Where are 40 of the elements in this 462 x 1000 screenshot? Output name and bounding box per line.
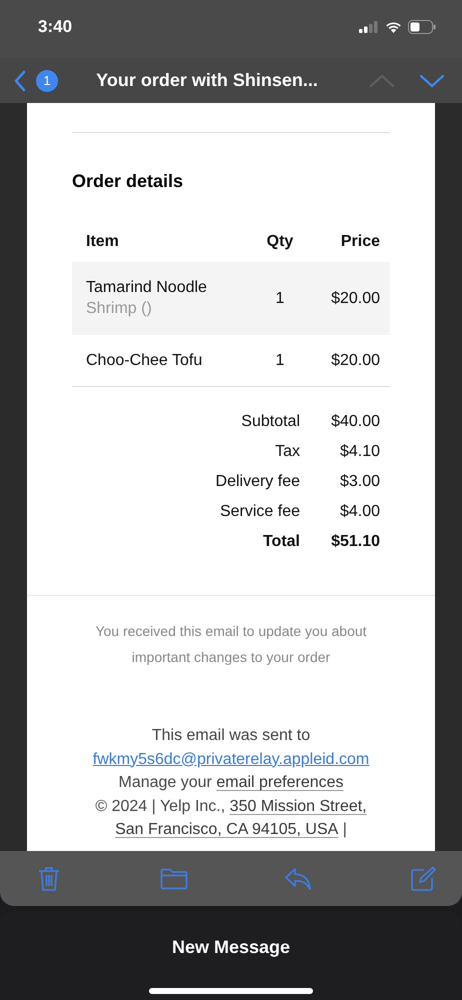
summary-amount: $3.00 (338, 473, 380, 491)
footer-text: © 2024 | Yelp Inc., (95, 796, 226, 816)
item-name: Choo-Chee Tofu (86, 352, 204, 370)
wifi-icon (385, 21, 402, 33)
quantity-cell-text: 1 (274, 290, 286, 308)
footer-text: This email was sent to (152, 726, 310, 746)
column-header: Price (340, 233, 381, 251)
item-name: Tamarind Noodle (86, 279, 208, 297)
footer-text: | (342, 820, 347, 840)
email-link[interactable]: fwkmy5s6dc@privaterelay.appleid.com (92, 748, 370, 771)
summary-label: Tax (275, 443, 300, 461)
summary-label: Service fee (220, 503, 300, 521)
address-link[interactable]: 350 Mission Street, (230, 794, 367, 818)
column-header: Item (85, 233, 120, 251)
status-time: 3:40 (38, 17, 72, 37)
summary-label: Subtotal (241, 413, 300, 431)
summary-amount: $40.00 (330, 413, 380, 431)
quantity-cell-text: 1 (274, 352, 286, 370)
signal-icon (359, 21, 379, 33)
summary-amount: $51.10 (330, 533, 380, 551)
summary-amount: $4.00 (338, 503, 380, 521)
battery-icon (408, 20, 436, 34)
summary-amount: $4.10 (338, 443, 380, 461)
price-cell-text: $20.00 (330, 352, 381, 370)
preferences-link[interactable]: email preferences (216, 771, 344, 794)
chevron-up-icon (369, 74, 395, 88)
item-option: Shrimp () (86, 300, 250, 318)
section-heading: Order details (72, 171, 184, 192)
back-button[interactable] (12, 68, 28, 94)
chevron-down-icon (419, 74, 445, 88)
summary-label: Total (262, 533, 300, 551)
address-link[interactable]: San Francisco, CA 94105, USA (115, 818, 338, 842)
draft-title: New Message (172, 937, 290, 958)
footer-text: Manage your (118, 773, 212, 793)
column-header: Qty (266, 233, 294, 251)
unread-badge: 1 (36, 70, 58, 92)
notice-text: You received this email to update you about important changes to your order (94, 622, 368, 667)
price-cell-text: $20.00 (330, 290, 381, 308)
summary-label: Delivery fee (216, 473, 300, 491)
message-title: Your order with Shinsen... (95, 70, 319, 91)
